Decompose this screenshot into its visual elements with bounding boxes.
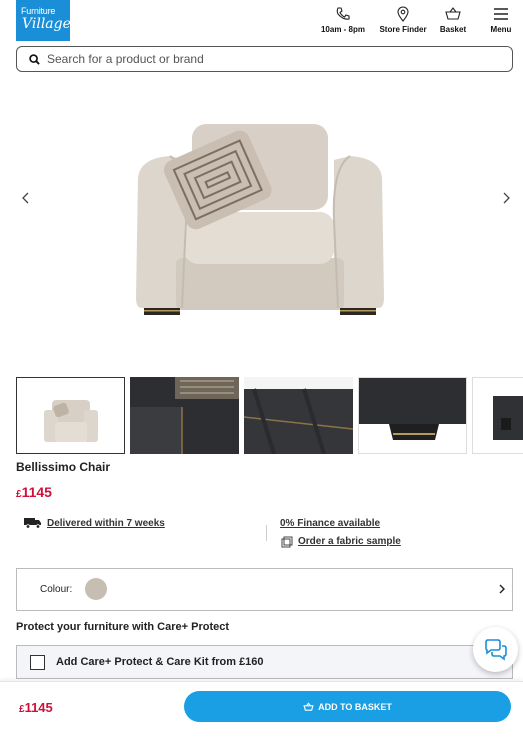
opening-hours-label: 10am - 8pm xyxy=(320,25,366,34)
product-image-chair xyxy=(136,124,384,315)
brand-logo[interactable]: Furniture Village xyxy=(16,0,71,41)
sticky-price: £1145 xyxy=(19,700,53,715)
price-value: 1145 xyxy=(21,484,52,500)
colour-selector[interactable]: Colour: xyxy=(16,568,513,611)
product-gallery xyxy=(0,80,523,370)
delivery-van-icon xyxy=(24,518,41,529)
add-to-basket-button[interactable]: ADD TO BASKET xyxy=(184,691,511,722)
menu-button[interactable]: Menu xyxy=(487,6,515,34)
thumbnail-dark-detail-1 xyxy=(130,377,239,454)
care-protect-heading: Protect your furniture with Care+ Protec… xyxy=(16,621,230,633)
thumbnail-chair-front xyxy=(44,400,98,442)
menu-label: Menu xyxy=(490,25,512,34)
thumbnail-2[interactable] xyxy=(130,377,239,454)
fabric-sample-icon xyxy=(281,536,293,548)
thumbnail-dark-foot xyxy=(359,378,466,440)
colour-label: Colour: xyxy=(40,584,73,595)
hamburger-icon xyxy=(494,8,508,20)
delivery-info-link[interactable]: Delivered within 7 weeks xyxy=(47,518,165,529)
sticky-price-value: 1145 xyxy=(24,700,53,715)
product-title: Bellissimo Chair xyxy=(16,460,111,474)
logo-text-line1: Furniture xyxy=(21,6,56,16)
basket-icon xyxy=(445,7,461,20)
sticky-purchase-bar: £1145 ADD TO BASKET xyxy=(0,681,523,741)
fabric-sample-link[interactable]: Order a fabric sample xyxy=(298,536,401,547)
thumbnail-dark-detail-2 xyxy=(244,377,353,454)
thumbnail-5[interactable] xyxy=(472,377,523,454)
location-pin-icon xyxy=(397,6,409,22)
thumbnail-strip xyxy=(16,377,523,455)
finance-link[interactable]: 0% Finance available xyxy=(280,518,380,529)
basket-icon xyxy=(303,701,314,711)
chevron-right-icon xyxy=(499,584,505,594)
basket-label: Basket xyxy=(439,25,467,34)
care-protect-checkbox[interactable] xyxy=(30,655,45,670)
site-header: Furniture Village 10am - 8pm Store Finde… xyxy=(0,0,523,44)
store-finder-link[interactable]: Store Finder xyxy=(376,6,430,34)
thumbnail-3[interactable] xyxy=(244,377,353,454)
basket-link[interactable]: Basket xyxy=(436,6,470,34)
chat-bubbles-icon xyxy=(485,639,507,661)
info-divider xyxy=(266,525,267,541)
care-protect-option[interactable]: Add Care+ Protect & Care Kit from £160 xyxy=(16,645,513,679)
thumbnail-dark-partial xyxy=(493,396,523,440)
colour-swatch xyxy=(85,578,107,600)
search-input[interactable] xyxy=(47,50,497,68)
thumbnail-1[interactable] xyxy=(16,377,125,454)
care-protect-label: Add Care+ Protect & Care Kit from £160 xyxy=(56,656,264,668)
search-bar[interactable] xyxy=(16,46,513,72)
search-icon xyxy=(29,54,40,65)
thumbnail-4[interactable] xyxy=(358,377,467,454)
product-price: £1145 xyxy=(16,484,52,500)
chevron-right-icon[interactable] xyxy=(498,190,514,206)
add-to-basket-label: ADD TO BASKET xyxy=(318,701,392,712)
opening-hours-link[interactable]: 10am - 8pm xyxy=(318,6,368,34)
chevron-left-icon[interactable] xyxy=(18,190,34,206)
phone-icon xyxy=(336,7,350,20)
chat-button[interactable] xyxy=(473,627,518,672)
store-finder-label: Store Finder xyxy=(379,25,427,34)
logo-text-line2: Village xyxy=(22,16,71,32)
